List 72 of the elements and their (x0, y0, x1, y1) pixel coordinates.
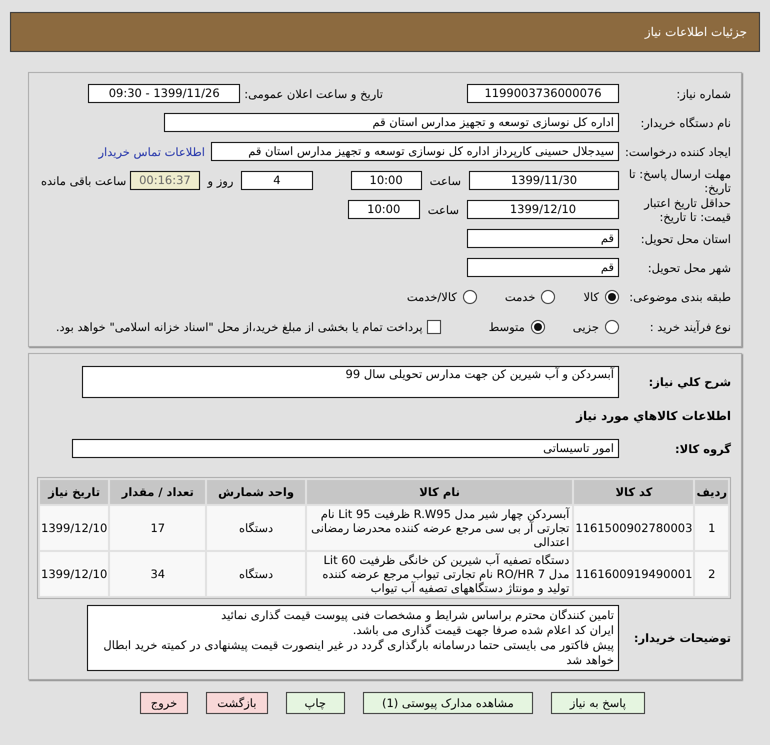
action-button[interactable]: مشاهده مدارک پیوستی (1) (362, 692, 533, 714)
value-field: سیدجلال حسینی کارپرداز اداره کل نوسازی توسعه و تجهیز مدارس استان قم (211, 142, 619, 161)
value-field: 10:00 (348, 200, 420, 219)
value-field: اداره کل نوسازی توسعه و تجهیز مدارس استان قم (164, 113, 619, 132)
field-label: ساعت (428, 202, 459, 216)
field-label: توضیحات خریدار: (632, 631, 731, 645)
field-label: پرداخت تمام یا بخشی از مبلغ خرید،از محل "اسناد خزانه اسلامی" خواهد بود. (56, 320, 423, 334)
field-label: نام دستگاه خریدار: (639, 116, 731, 130)
section-heading: اطلاعات کالاهاي مورد نياز (576, 409, 731, 423)
field-label: شهر محل تحویل: (646, 260, 731, 274)
value-field: 1399/12/10 (467, 200, 619, 219)
action-button[interactable]: چاپ (286, 692, 345, 714)
column-header: تعداد / مقدار (110, 480, 206, 504)
value-field: 1199003736000076 (467, 84, 619, 103)
contact-link[interactable]: اطلاعات تماس خریدار (98, 144, 205, 158)
note-text: ایران کد اعلام شده صرفا جهت قیمت گذاری می باشد. (352, 623, 614, 638)
note-text: تامین کنندگان محترم براساس شرایط و مشخصات فنی پیوست قیمت گذاری نمائید (220, 608, 614, 623)
table-cell: دستگاه (207, 506, 305, 550)
table-cell: 1 (695, 506, 728, 550)
table-cell: 1161600919490001 (574, 552, 694, 596)
radio-button[interactable] (530, 320, 545, 334)
field-label: طبقه بندی موضوعی: (628, 290, 731, 304)
value-field: 10:00 (350, 171, 422, 190)
column-header: واحد شمارش (207, 480, 305, 504)
value-field: 1399/11/26 - 09:30 (88, 84, 240, 103)
value-field: قم (467, 258, 619, 277)
checkbox[interactable] (426, 320, 441, 334)
radio-button[interactable] (462, 290, 477, 304)
column-header: تاریخ نیاز (40, 480, 108, 504)
table-cell: 34 (110, 552, 206, 596)
table-cell: 1399/12/10 (40, 552, 108, 596)
field-label: ساعت (430, 174, 461, 188)
value-field: امور تاسیساتی (72, 439, 619, 458)
action-button[interactable]: خروج (140, 692, 188, 714)
field-label: تاریخ و ساعت اعلان عمومی: (244, 86, 383, 100)
field-label: شرح کلي نياز: (648, 375, 731, 389)
table-cell: 17 (110, 506, 206, 550)
table-cell: آبسردکن چهار شیر مدل R.W95 ظرفیت Lit 95 نام تجارتی آر بی سی مرجع عرضه کننده محدرضا رمضانی اعتدالی (306, 506, 572, 550)
field-label: نوع فرآیند خرید : (648, 320, 731, 334)
radio-label: خدمت (504, 290, 536, 304)
field-label: شماره نیاز: (675, 86, 731, 100)
field-label: استان محل تحویل: (640, 232, 731, 246)
value-field: قم (467, 229, 619, 248)
field-label: مهلت ارسال پاسخ: تا تاریخ: (628, 166, 731, 194)
radio-label: جزیی (572, 320, 599, 334)
field-label: ساعت باقی مانده (41, 174, 126, 188)
radio-label: کالا (583, 290, 599, 304)
radio-label: متوسط (488, 320, 525, 334)
radio-button[interactable] (605, 290, 619, 304)
action-button[interactable]: پاسخ به نیاز (550, 692, 645, 714)
value-field: آبسردکن و آب شیرین کن جهت مدارس تحویلی سال 99 (82, 366, 619, 398)
table-cell: 1399/12/10 (40, 506, 108, 550)
column-header: کد کالا (574, 480, 694, 504)
table-cell: دستگاه تصفیه آب شیرین کن خانگی ظرفیت Lit 60 مدل RO/HR 7 نام تجارتی تیواب مرجع عرضه کننده تولید و مونتاژ دستگاههای تصفیه آب تیواب (306, 552, 572, 596)
page-title: جزئیات اطلاعات نیاز (644, 25, 747, 39)
action-button[interactable]: بازگشت (206, 692, 268, 714)
table-cell: دستگاه (207, 552, 305, 596)
field-label: گروه کالا: (674, 442, 731, 456)
column-header: نام کالا (306, 480, 572, 504)
radio-button[interactable] (605, 320, 619, 334)
table-cell: 2 (695, 552, 728, 596)
value-field: 1399/11/30 (468, 171, 619, 190)
radio-button[interactable] (541, 290, 556, 304)
table-cell: 1161500902780003 (574, 506, 694, 550)
field-label: حداقل تاریخ اعتبار قیمت: تا تاریخ: (642, 196, 731, 224)
field-label: ایجاد کننده درخواست: (624, 144, 731, 158)
note-text: پیش فاکتور می بایستی حتما درسامانه بارگذاری گردد در غیر اینصورت قیمت پیشنهادی در کمیته خرید ابطال خواهد شد (102, 638, 614, 668)
field-label: روز و (208, 174, 234, 188)
countdown-field: 00:16:37 (130, 171, 200, 190)
column-header: ردیف (695, 480, 728, 504)
radio-label: کالا/خدمت (406, 290, 457, 304)
value-field: 4 (241, 171, 313, 190)
